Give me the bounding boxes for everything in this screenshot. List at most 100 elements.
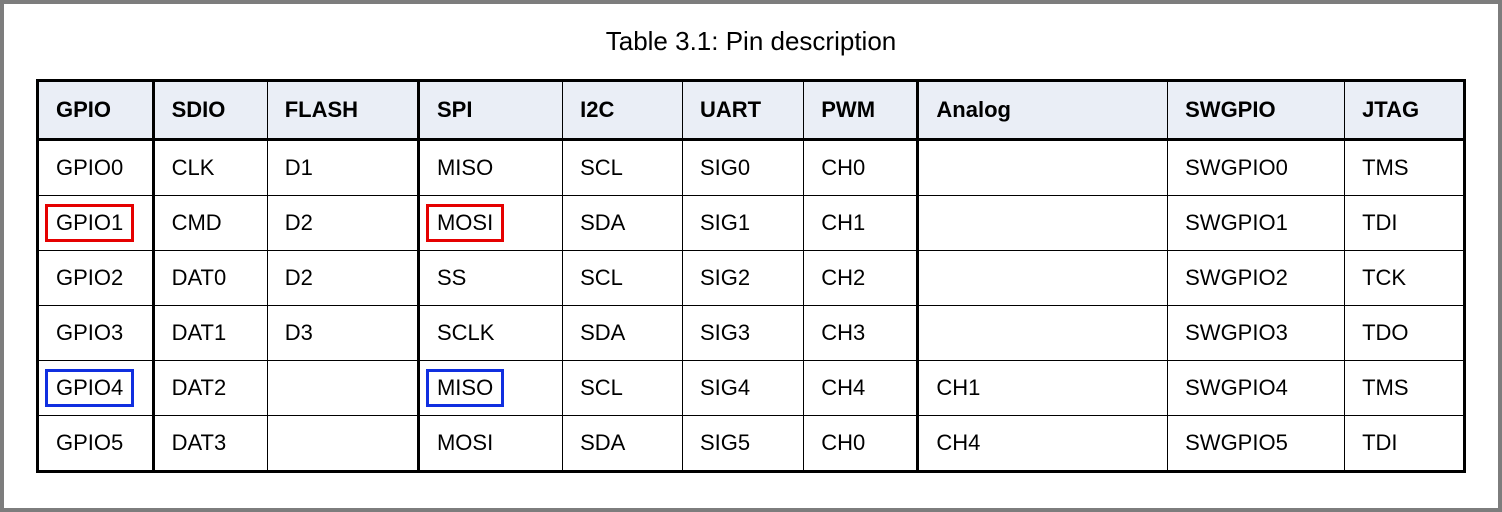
table-cell: CH0 [804,140,918,196]
cell-value: SWGPIO4 [1174,369,1299,407]
table-cell [918,196,1168,251]
cell-value-highlighted-red: GPIO1 [45,204,134,242]
table-cell: GPIO3 [38,306,154,361]
table-cell: SIG2 [682,251,803,306]
col-header: FLASH [267,81,418,140]
cell-value [925,213,997,227]
cell-value: MOSI [426,424,504,462]
table-cell: TCK [1345,251,1465,306]
table-row: GPIO2 DAT0 D2 SS SCL SIG2 CH2 SWGPIO2 TC… [38,251,1465,306]
table-cell [267,361,418,416]
table-cell: CH1 [918,361,1168,416]
table-cell: CH4 [918,416,1168,472]
table-cell: D1 [267,140,418,196]
cell-value: D3 [274,314,346,352]
cell-value [925,323,997,337]
col-header-label: JTAG [1351,91,1430,129]
cell-value: CH3 [810,314,882,352]
table-cell: SDA [563,306,683,361]
cell-value-highlighted-red: MOSI [426,204,504,242]
table-cell: MISO [418,140,562,196]
cell-value: SCL [569,369,641,407]
cell-value: CH1 [810,204,882,242]
col-header-label: Analog [925,91,1022,129]
table-cell [918,251,1168,306]
table-row: GPIO1 CMD D2 MOSI SDA SIG1 CH1 SWGPIO1 T… [38,196,1465,251]
table-row: GPIO0 CLK D1 MISO SCL SIG0 CH0 SWGPIO0 T… [38,140,1465,196]
cell-value: CMD [161,204,233,242]
cell-value: MISO [426,149,504,187]
table-cell: CLK [153,140,267,196]
cell-value: SWGPIO0 [1174,149,1299,187]
table-cell [918,306,1168,361]
table-cell: DAT0 [153,251,267,306]
cell-value: TMS [1351,149,1423,187]
cell-value: CH2 [810,259,882,297]
col-header-label: I2C [569,91,641,129]
table-cell: SIG3 [682,306,803,361]
cell-value: DAT2 [161,369,238,407]
table-cell: D2 [267,251,418,306]
table-row: GPIO3 DAT1 D3 SCLK SDA SIG3 CH3 SWGPIO3 … [38,306,1465,361]
table-cell: TMS [1345,361,1465,416]
pin-description-table: GPIO SDIO FLASH SPI I2C UART PWM Analog … [36,79,1466,473]
table-cell: CH1 [804,196,918,251]
table-cell: TDO [1345,306,1465,361]
cell-value: DAT0 [161,259,238,297]
cell-value: SIG4 [689,369,761,407]
table-cell: CH0 [804,416,918,472]
cell-value: SIG3 [689,314,761,352]
cell-value: DAT3 [161,424,238,462]
cell-value-highlighted-blue: GPIO4 [45,369,134,407]
table-row: GPIO5 DAT3 MOSI SDA SIG5 CH0 CH4 SWGPIO5… [38,416,1465,472]
table-cell: GPIO5 [38,416,154,472]
col-header: JTAG [1345,81,1465,140]
table-cell: DAT2 [153,361,267,416]
col-header: SPI [418,81,562,140]
table-cell: GPIO1 [38,196,154,251]
cell-value: TMS [1351,369,1423,407]
table-cell: SS [418,251,562,306]
table-cell: SWGPIO4 [1168,361,1345,416]
table-cell: GPIO4 [38,361,154,416]
cell-value: TCK [1351,259,1423,297]
cell-value: SWGPIO1 [1174,204,1299,242]
table-cell: TDI [1345,416,1465,472]
cell-value: SDA [569,424,641,462]
cell-value: GPIO2 [45,259,134,297]
table-cell: CH3 [804,306,918,361]
table-cell: CH2 [804,251,918,306]
table-cell: SIG4 [682,361,803,416]
col-header-label: UART [689,91,772,129]
cell-value: SIG2 [689,259,761,297]
cell-value: TDI [1351,204,1423,242]
table-cell: SWGPIO2 [1168,251,1345,306]
col-header-label: GPIO [45,91,122,129]
table-cell: DAT3 [153,416,267,472]
table-cell: SIG5 [682,416,803,472]
col-header: Analog [918,81,1168,140]
table-cell: SIG0 [682,140,803,196]
table-cell: SWGPIO3 [1168,306,1345,361]
col-header-label: FLASH [274,91,369,129]
table-cell: D2 [267,196,418,251]
col-header-label: SDIO [161,91,237,129]
cell-value: CH1 [925,369,997,407]
cell-value: CLK [161,149,233,187]
col-header: I2C [563,81,683,140]
cell-value: GPIO5 [45,424,134,462]
table-cell: D3 [267,306,418,361]
cell-value: SIG5 [689,424,761,462]
col-header: SWGPIO [1168,81,1345,140]
table-row: GPIO4 DAT2 MISO SCL SIG4 CH4 CH1 SWGPIO4… [38,361,1465,416]
cell-value: GPIO0 [45,149,134,187]
cell-value [925,158,997,172]
cell-value: D1 [274,149,346,187]
cell-value: CH4 [810,369,882,407]
cell-value: D2 [274,204,346,242]
cell-value [274,433,346,447]
table-cell: SDA [563,416,683,472]
table-cell: SCL [563,361,683,416]
table-cell: GPIO2 [38,251,154,306]
cell-value: SIG1 [689,204,761,242]
